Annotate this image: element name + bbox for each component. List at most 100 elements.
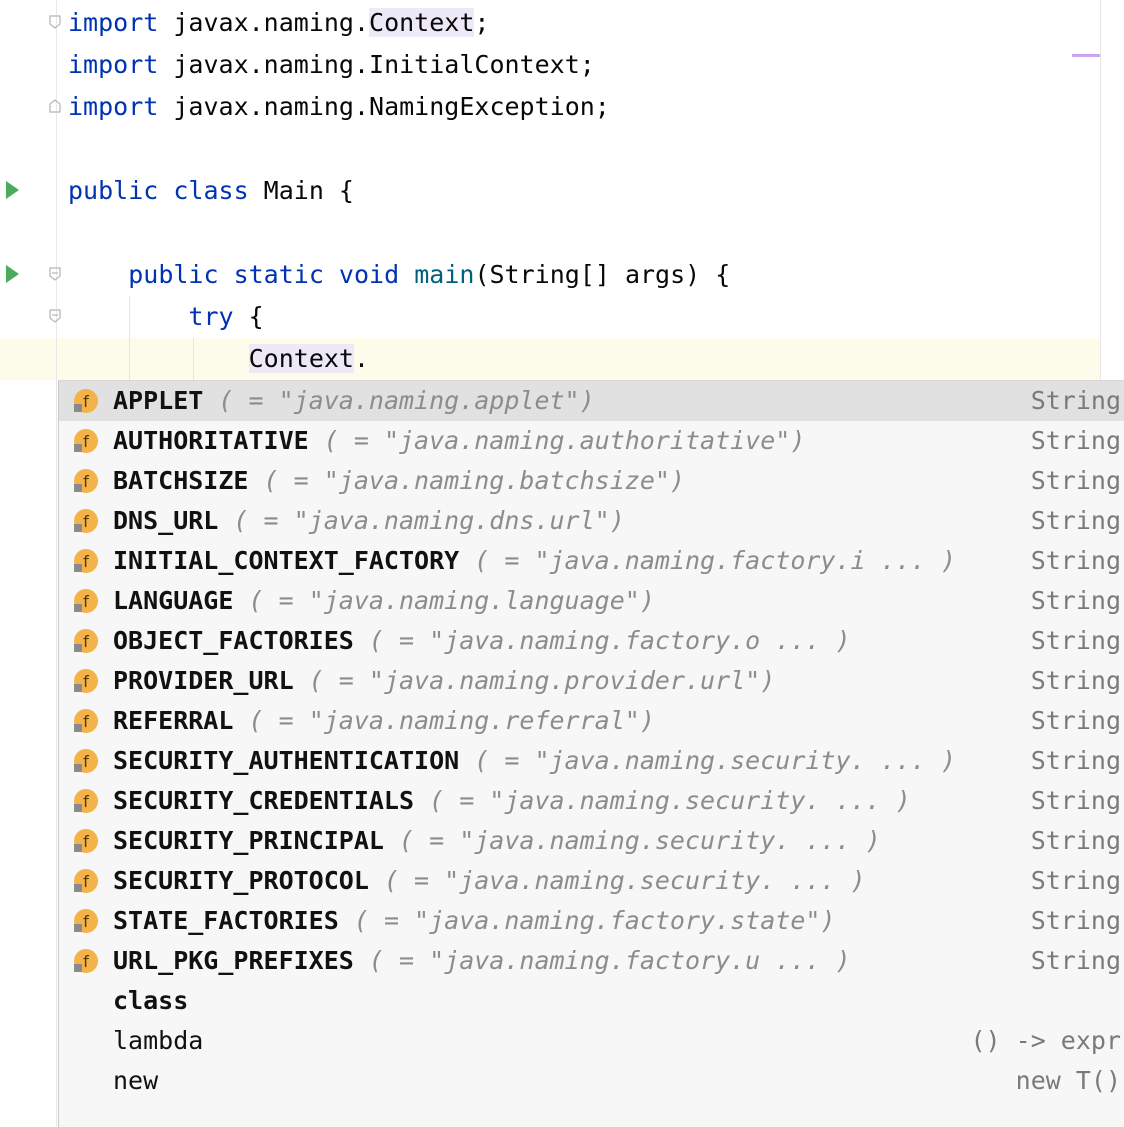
code-token: javax.naming. — [158, 8, 370, 37]
item-tail-text: ( = "java.naming.security. ... ) — [474, 746, 956, 775]
svg-text:f: f — [83, 392, 89, 411]
completion-item-name: PROVIDER_URL ( = "java.naming.provider.u… — [113, 661, 775, 701]
svg-text:f: f — [83, 712, 89, 731]
completion-item[interactable]: f STATE_FACTORIES ( = "java.naming.factor… — [59, 901, 1124, 941]
completion-item[interactable]: f OBJECT_FACTORIES ( = "java.naming.facto… — [59, 621, 1124, 661]
item-tail-text: ( = "java.naming.factory.o ... ) — [368, 626, 851, 655]
completion-item[interactable]: f URL_PKG_PREFIXES ( = "java.naming.facto… — [59, 941, 1124, 981]
completion-item-name: SECURITY_CREDENTIALS ( = "java.naming.se… — [113, 781, 911, 821]
completion-item[interactable]: f SECURITY_PRINCIPAL ( = "java.naming.sec… — [59, 821, 1124, 861]
gutter-separator — [56, 0, 57, 1126]
completion-item[interactable]: new new T() — [59, 1061, 1124, 1101]
field-icon: f — [74, 429, 98, 453]
item-type-text: String — [1030, 626, 1121, 655]
field-icon: f — [74, 469, 98, 493]
run-main-icon[interactable] — [6, 265, 19, 283]
completion-item[interactable]: f LANGUAGE ( = "java.naming.language") Str… — [59, 581, 1124, 621]
completion-item[interactable]: lambda () -> expr — [59, 1021, 1124, 1061]
error-stripe-marker[interactable] — [1072, 54, 1100, 57]
completion-item[interactable]: class — [59, 981, 1124, 1021]
svg-text:f: f — [83, 592, 89, 611]
completion-item[interactable]: f AUTHORITATIVE ( = "java.naming.authorit… — [59, 421, 1124, 461]
fold-start-icon[interactable] — [48, 266, 62, 282]
item-tail-text: ( = "java.naming.factory.state") — [353, 906, 836, 935]
code-line[interactable]: import javax.naming.NamingException; — [68, 86, 610, 128]
completion-popup[interactable]: f APPLET ( = "java.naming.applet") String f… — [58, 380, 1124, 1127]
completion-item-name: DNS_URL ( = "java.naming.dns.url") — [113, 501, 625, 541]
item-type-text: String — [1030, 546, 1121, 575]
code-token: public static void — [128, 260, 400, 289]
svg-text:f: f — [83, 432, 89, 451]
code-line[interactable]: Context. — [68, 338, 369, 380]
completion-item[interactable]: f SECURITY_AUTHENTICATION ( = "java.namin… — [59, 741, 1124, 781]
field-icon: f — [74, 789, 98, 813]
code-token: public class — [68, 176, 249, 205]
item-tail-text: ( = "java.naming.batchsize") — [263, 466, 685, 495]
svg-text:f: f — [83, 952, 89, 971]
code-line[interactable]: import javax.naming.InitialContext; — [68, 44, 595, 86]
code-token: main — [414, 260, 475, 289]
completion-item-name: URL_PKG_PREFIXES ( = "java.naming.factor… — [113, 941, 851, 981]
svg-text:f: f — [83, 792, 89, 811]
field-icon: f — [74, 909, 98, 933]
fold-start-icon[interactable] — [48, 14, 62, 30]
code-token: import — [68, 8, 159, 37]
field-icon: f — [74, 669, 98, 693]
completion-item[interactable]: f SECURITY_PROTOCOL ( = "java.naming.secu… — [59, 861, 1124, 901]
item-label: new — [113, 1066, 159, 1095]
completion-item[interactable]: f BATCHSIZE ( = "java.naming.batchsize") S… — [59, 461, 1124, 501]
completion-item-name: AUTHORITATIVE ( = "java.naming.authorita… — [113, 421, 805, 461]
item-type-text: String — [1030, 386, 1121, 415]
item-label: INITIAL_CONTEXT_FACTORY — [113, 546, 460, 575]
item-tail-text: ( = "java.naming.provider.url") — [308, 666, 776, 695]
svg-text:f: f — [83, 632, 89, 651]
item-tail-text: ( = "java.naming.language") — [248, 586, 655, 615]
code-line[interactable]: public class Main { — [68, 170, 354, 212]
item-tail-text: ( = "java.naming.security. ... ) — [399, 826, 881, 855]
run-class-icon[interactable] — [6, 181, 19, 199]
right-margin-guide — [1100, 0, 1101, 380]
field-icon: f — [74, 509, 98, 533]
fold-end-icon[interactable] — [48, 98, 62, 114]
completion-item-name: SECURITY_PROTOCOL ( = "java.naming.secur… — [113, 861, 866, 901]
item-type-text: String — [1030, 466, 1121, 495]
completion-item-name: lambda — [113, 1021, 203, 1061]
completion-item[interactable]: f PROVIDER_URL ( = "java.naming.provider.… — [59, 661, 1124, 701]
code-token: { — [233, 302, 264, 331]
code-token: ; — [474, 8, 490, 37]
field-icon: f — [74, 389, 98, 413]
item-label: SECURITY_PROTOCOL — [113, 866, 369, 895]
code-token: javax.naming.InitialContext; — [158, 50, 595, 79]
completion-item[interactable]: f APPLET ( = "java.naming.applet") String — [59, 381, 1124, 421]
svg-text:f: f — [83, 552, 89, 571]
field-icon: f — [74, 709, 98, 733]
item-type-text: String — [1030, 906, 1121, 935]
item-type-text: String — [1030, 506, 1121, 535]
item-type-text: String — [1030, 666, 1121, 695]
item-label: class — [113, 986, 189, 1015]
code-line[interactable]: try { — [68, 296, 264, 338]
completion-item[interactable]: f SECURITY_CREDENTIALS ( = "java.naming.s… — [59, 781, 1124, 821]
field-icon: f — [74, 749, 98, 773]
completion-item[interactable]: f DNS_URL ( = "java.naming.dns.url") Strin… — [59, 501, 1124, 541]
completion-item-name: class — [113, 981, 188, 1021]
code-token: Context — [248, 344, 354, 373]
completion-item[interactable]: f INITIAL_CONTEXT_FACTORY ( = "java.namin… — [59, 541, 1124, 581]
item-type-text: new T() — [1015, 1066, 1121, 1095]
item-tail-text: ( = "java.naming.security. ... ) — [429, 786, 911, 815]
completion-item[interactable]: f REFERRAL ( = "java.naming.referral") Str… — [59, 701, 1124, 741]
field-icon: f — [74, 829, 98, 853]
svg-text:f: f — [83, 872, 89, 891]
code-line[interactable]: import javax.naming.Context; — [68, 2, 489, 44]
code-token: import — [68, 50, 159, 79]
completion-item-name: INITIAL_CONTEXT_FACTORY ( = "java.naming… — [113, 541, 956, 581]
item-type-text: String — [1030, 866, 1121, 895]
code-line[interactable]: public static void main(String[] args) { — [68, 254, 730, 296]
item-label: DNS_URL — [113, 506, 219, 535]
field-icon: f — [74, 589, 98, 613]
item-tail-text: ( = "java.naming.factory.u ... ) — [368, 946, 851, 975]
fold-start-icon[interactable] — [48, 308, 62, 324]
